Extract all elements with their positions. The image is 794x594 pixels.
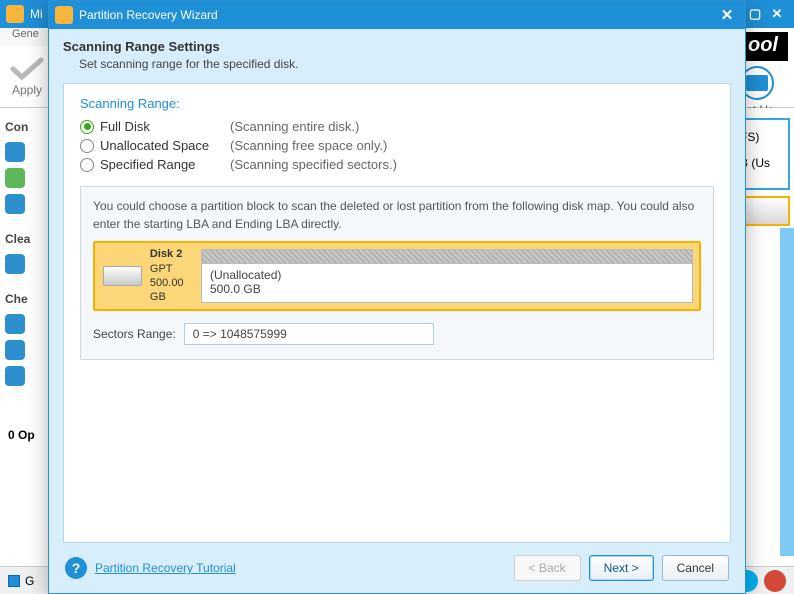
back-button[interactable]: < Back (514, 555, 581, 581)
help-icon[interactable]: ? (65, 557, 87, 579)
radio-hint: (Scanning specified sectors.) (230, 157, 397, 172)
wizard-content: Scanning Range: Full Disk (Scanning enti… (63, 83, 731, 543)
mail-icon (746, 75, 768, 91)
sectors-input[interactable]: 0 => 1048575999 (184, 323, 434, 345)
sectors-label: Sectors Range: (93, 327, 176, 341)
social-icon[interactable] (764, 570, 786, 592)
radio-full-disk[interactable]: Full Disk (Scanning entire disk.) (80, 119, 714, 134)
size-label: B (Us (740, 150, 784, 176)
radio-label: Specified Range (100, 157, 230, 172)
disk-map-panel: You could choose a partition block to sc… (80, 186, 714, 360)
radio-hint: (Scanning entire disk.) (230, 119, 359, 134)
radio-icon[interactable] (80, 158, 94, 172)
radio-specified[interactable]: Specified Range (Scanning specified sect… (80, 157, 714, 172)
tool-icon[interactable] (5, 254, 25, 274)
radio-hint: (Scanning free space only.) (230, 138, 387, 153)
cancel-button[interactable]: Cancel (662, 555, 729, 581)
disk-type: GPT (150, 262, 201, 276)
wizard-titlebar[interactable]: Partition Recovery Wizard ✕ (49, 1, 745, 29)
wizard-title: Partition Recovery Wizard (79, 8, 218, 22)
app-icon (6, 5, 24, 23)
checkbox[interactable] (8, 575, 20, 587)
disk-row[interactable]: Disk 2 GPT 500.00 GB (Unallocated) 500.0… (93, 241, 701, 311)
info-text: You could choose a partition block to sc… (93, 197, 701, 233)
disk-size: 500.00 GB (150, 276, 201, 305)
left-header-1: Con (5, 120, 49, 134)
wizard-dialog: Partition Recovery Wizard ✕ Scanning Ran… (48, 0, 746, 594)
scrollbar[interactable] (780, 228, 794, 556)
operations-count: 0 Op (8, 428, 35, 442)
wizard-subheading: Set scanning range for the specified dis… (79, 57, 731, 71)
apply-button[interactable]: Apply (10, 57, 44, 97)
close-icon[interactable]: ✕ (715, 6, 739, 24)
maximize-button[interactable]: ▢ (744, 5, 766, 23)
wizard-header: Scanning Range Settings Set scanning ran… (49, 29, 745, 79)
toolbar-tab[interactable]: Gene (0, 28, 51, 46)
main-title: Mi (30, 7, 43, 21)
disk-name: Disk 2 (150, 247, 201, 261)
radio-icon[interactable] (80, 139, 94, 153)
left-panel: Con Clea Che (0, 108, 55, 566)
close-button[interactable]: ✕ (766, 5, 788, 23)
partition-block[interactable]: (Unallocated) 500.0 GB (201, 249, 693, 303)
apply-label: Apply (12, 83, 42, 97)
tool-icon[interactable] (5, 194, 25, 214)
partition-label: (Unallocated) (210, 268, 684, 282)
left-header-3: Che (5, 292, 49, 306)
group-label: Scanning Range: (80, 96, 714, 111)
fs-label: FS) (740, 124, 784, 150)
wizard-heading: Scanning Range Settings (63, 39, 731, 54)
radio-label: Full Disk (100, 119, 230, 134)
tutorial-link[interactable]: Partition Recovery Tutorial (95, 561, 236, 575)
disk-info: Disk 2 GPT 500.00 GB (101, 249, 201, 303)
radio-label: Unallocated Space (100, 138, 230, 153)
tool-icon[interactable] (5, 168, 25, 188)
radio-icon[interactable] (80, 120, 94, 134)
partition-size: 500.0 GB (210, 282, 684, 296)
partition-bar (202, 250, 692, 264)
left-header-2: Clea (5, 232, 49, 246)
tool-icon[interactable] (5, 366, 25, 386)
checkbox-label: G (25, 574, 34, 588)
check-icon (10, 57, 44, 81)
tool-icon[interactable] (5, 314, 25, 334)
wizard-icon (55, 6, 73, 24)
tool-icon[interactable] (5, 340, 25, 360)
tool-icon[interactable] (5, 142, 25, 162)
drive-icon (103, 266, 142, 286)
next-button[interactable]: Next > (589, 555, 654, 581)
sectors-row: Sectors Range: 0 => 1048575999 (93, 323, 701, 345)
wizard-footer: ? Partition Recovery Tutorial < Back Nex… (49, 543, 745, 593)
radio-unallocated[interactable]: Unallocated Space (Scanning free space o… (80, 138, 714, 153)
